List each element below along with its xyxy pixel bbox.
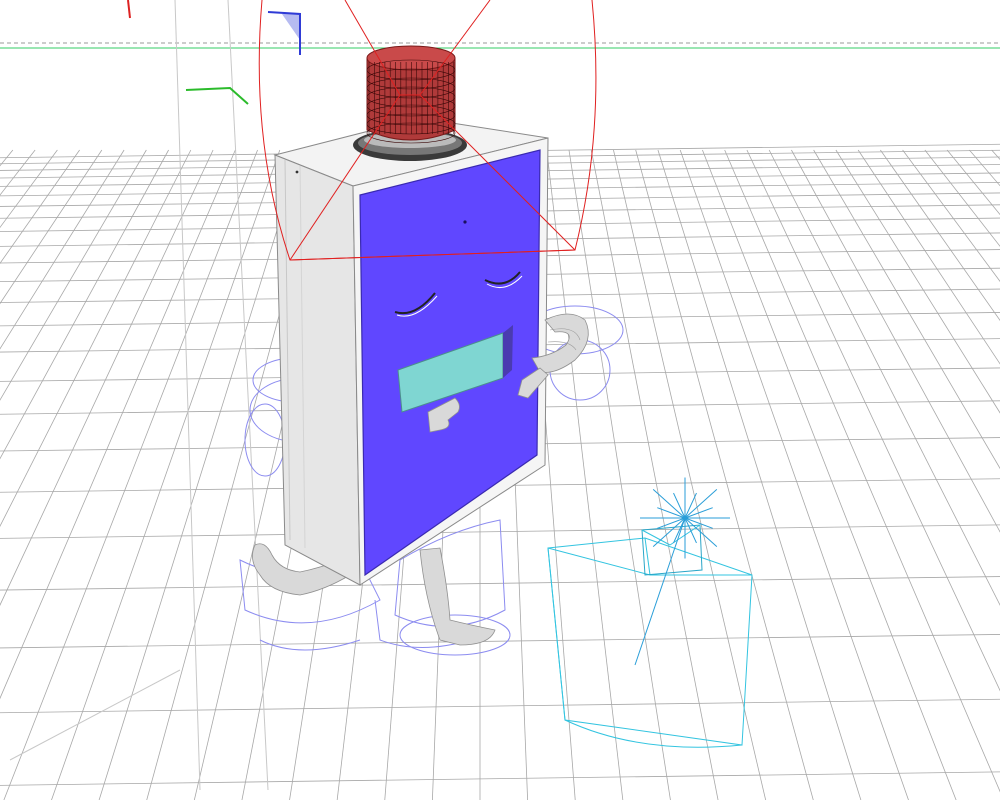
grid-column-line: [98, 149, 303, 800]
grid-column-line: [813, 149, 1000, 470]
right-leg: [419, 547, 496, 646]
hat[interactable]: [353, 45, 467, 161]
grid-column-line: [51, 149, 281, 800]
grid-row-line: [0, 698, 1000, 714]
grid-column-line: [969, 149, 1000, 187]
grid-column-line: [679, 149, 909, 800]
diagonal-guide: [9, 669, 181, 761]
camera-ray: [652, 488, 686, 519]
grid-column-line: [0, 149, 103, 305]
grid-column-line: [3, 149, 258, 800]
grid-column-line: [924, 149, 1000, 247]
grid-row-line: [0, 771, 1000, 786]
grid-row-line: [0, 576, 1000, 591]
grid-column-line: [0, 149, 58, 229]
grid-column-line: [546, 149, 624, 800]
tall-vertical-guide: [227, 0, 269, 791]
grid-column-line: [791, 149, 1000, 533]
grid-column-line: [902, 149, 1000, 282]
grid-column-line: [768, 149, 1000, 606]
grid-column-line: [0, 149, 169, 460]
tall-vertical-guide: [174, 0, 201, 791]
grid-column-line: [0, 149, 80, 265]
grid-column-line: [946, 149, 1000, 216]
grid-column-line: [880, 149, 1000, 321]
grid-column-line: [0, 149, 36, 196]
grid-column-line: [0, 149, 147, 401]
3d-perspective-viewport[interactable]: [0, 0, 1000, 800]
grid-column-line: [0, 149, 214, 606]
grid-column-line: [991, 149, 1000, 160]
camera-ray: [684, 488, 718, 519]
axis-gizmo[interactable]: [127, 0, 301, 105]
grid-column-line: [0, 149, 125, 350]
grid-column-line: [857, 149, 1000, 365]
